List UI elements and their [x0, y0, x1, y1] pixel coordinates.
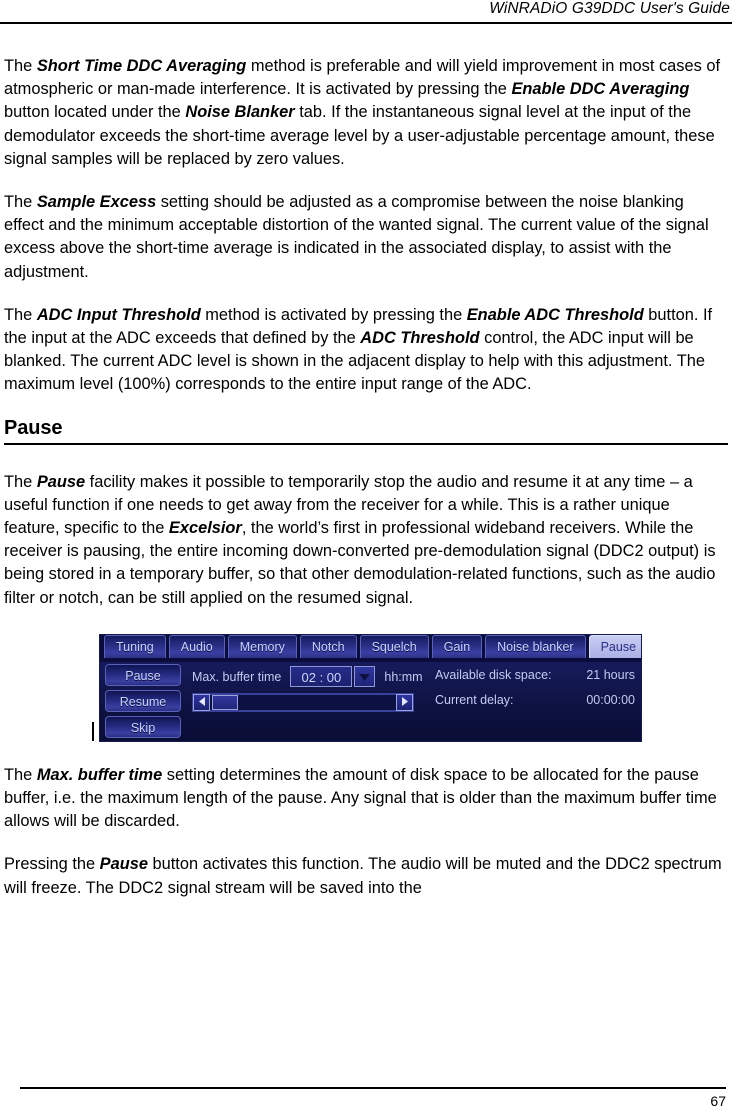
header-title: WiNRADiO G39DDC User's Guide [489, 0, 730, 17]
paragraph-adc-input-threshold: The ADC Input Threshold method is activa… [4, 304, 728, 397]
tab-tuning[interactable]: Tuning [104, 634, 166, 658]
tab-notch[interactable]: Notch [299, 634, 357, 658]
text-fragment: The [4, 765, 37, 784]
term-enable-ddc-averaging: Enable DDC Averaging [511, 80, 690, 99]
tab-gain[interactable]: Gain [431, 634, 483, 658]
term-short-time-ddc-averaging: Short Time DDC Averaging [36, 57, 247, 75]
page-number: 67 [710, 1093, 726, 1109]
max-buffer-time-label: Max. buffer time [192, 669, 282, 684]
header-divider [0, 22, 732, 24]
text-fragment: The [4, 305, 37, 324]
term-max-buffer-time: Max. buffer time [36, 765, 163, 784]
figure-pause-panel: Tuning Audio Memory Notch Squelch Gain N… [4, 630, 728, 742]
term-enable-adc-threshold: Enable ADC Threshold [466, 305, 644, 324]
paragraph-max-buffer-time: The Max. buffer time setting determines … [4, 764, 728, 834]
text-fragment: The [4, 57, 37, 75]
text-caret [92, 721, 94, 741]
current-delay-label: Current delay: [435, 692, 514, 707]
term-sample-excess: Sample Excess [36, 193, 157, 212]
text-fragment: The [4, 472, 37, 491]
paragraph-pressing-pause: Pressing the Pause button activates this… [4, 853, 728, 899]
skip-button[interactable]: Skip [105, 715, 181, 738]
buffer-position-scrollbar[interactable] [192, 692, 414, 712]
scroll-left-button[interactable] [193, 693, 210, 711]
term-pause-button: Pause [99, 855, 148, 874]
max-buffer-time-dropdown-button[interactable] [354, 666, 376, 688]
document-content: The Short Time DDC Averaging method is p… [4, 55, 728, 920]
paragraph-sample-excess: The Sample Excess setting should be adju… [4, 191, 728, 284]
paragraph-pause-facility: The Pause facility makes it possible to … [4, 471, 728, 610]
page-footer: 67 [20, 1087, 726, 1109]
page-header: WiNRADiO G39DDC User's Guide [0, 0, 732, 26]
chevron-down-icon [359, 668, 371, 686]
scrollbar-thumb[interactable] [212, 694, 238, 710]
resume-button[interactable]: Resume [105, 689, 181, 712]
term-excelsior: Excelsior [168, 519, 242, 538]
document-page: WiNRADiO G39DDC User's Guide The Short T… [0, 0, 732, 1117]
current-delay-value: 00:00:00 [586, 692, 635, 707]
status-column: Available disk space: 21 hours Current d… [435, 668, 635, 718]
pause-button[interactable]: Pause [105, 663, 181, 686]
text-fragment: button located under the [4, 103, 186, 122]
available-disk-space-label: Available disk space: [435, 667, 552, 682]
triangle-left-icon [198, 693, 205, 711]
text-fragment: method is activated by pressing the [200, 305, 467, 324]
text-fragment: The [4, 193, 37, 212]
transport-button-column: Pause Resume Skip [105, 663, 181, 741]
max-buffer-time-row: Max. buffer time 02 : 00 hh:mm [192, 666, 423, 688]
tab-bar: Tuning Audio Memory Notch Squelch Gain N… [100, 634, 641, 662]
pause-control-panel: Tuning Audio Memory Notch Squelch Gain N… [99, 633, 642, 742]
tab-audio[interactable]: Audio [168, 634, 225, 658]
tab-memory[interactable]: Memory [227, 634, 297, 658]
current-delay-row: Current delay: 00:00:00 [435, 693, 635, 707]
section-heading-divider [4, 442, 728, 445]
available-disk-space-value: 21 hours [586, 667, 635, 682]
paragraph-short-time-ddc-averaging: The Short Time DDC Averaging method is p… [4, 55, 728, 171]
tab-squelch[interactable]: Squelch [359, 634, 429, 658]
max-buffer-time-unit: hh:mm [384, 669, 423, 684]
term-adc-threshold: ADC Threshold [360, 329, 480, 348]
term-pause: Pause [36, 472, 86, 491]
scrollbar-track[interactable] [210, 693, 396, 711]
section-heading-pause: Pause [4, 416, 63, 439]
triangle-right-icon [401, 693, 408, 711]
tab-pause[interactable]: Pause [588, 634, 641, 658]
term-adc-input-threshold: ADC Input Threshold [36, 305, 201, 324]
tab-panel-body: Pause Resume Skip Max. buffer time 02 : … [100, 661, 641, 741]
available-disk-space-row: Available disk space: 21 hours [435, 668, 635, 682]
text-fragment: Pressing the [4, 855, 100, 874]
term-noise-blanker: Noise Blanker [185, 103, 295, 122]
tab-noise-blanker[interactable]: Noise blanker [485, 634, 586, 658]
max-buffer-time-input[interactable]: 02 : 00 [290, 666, 353, 688]
scroll-right-button[interactable] [396, 693, 413, 711]
